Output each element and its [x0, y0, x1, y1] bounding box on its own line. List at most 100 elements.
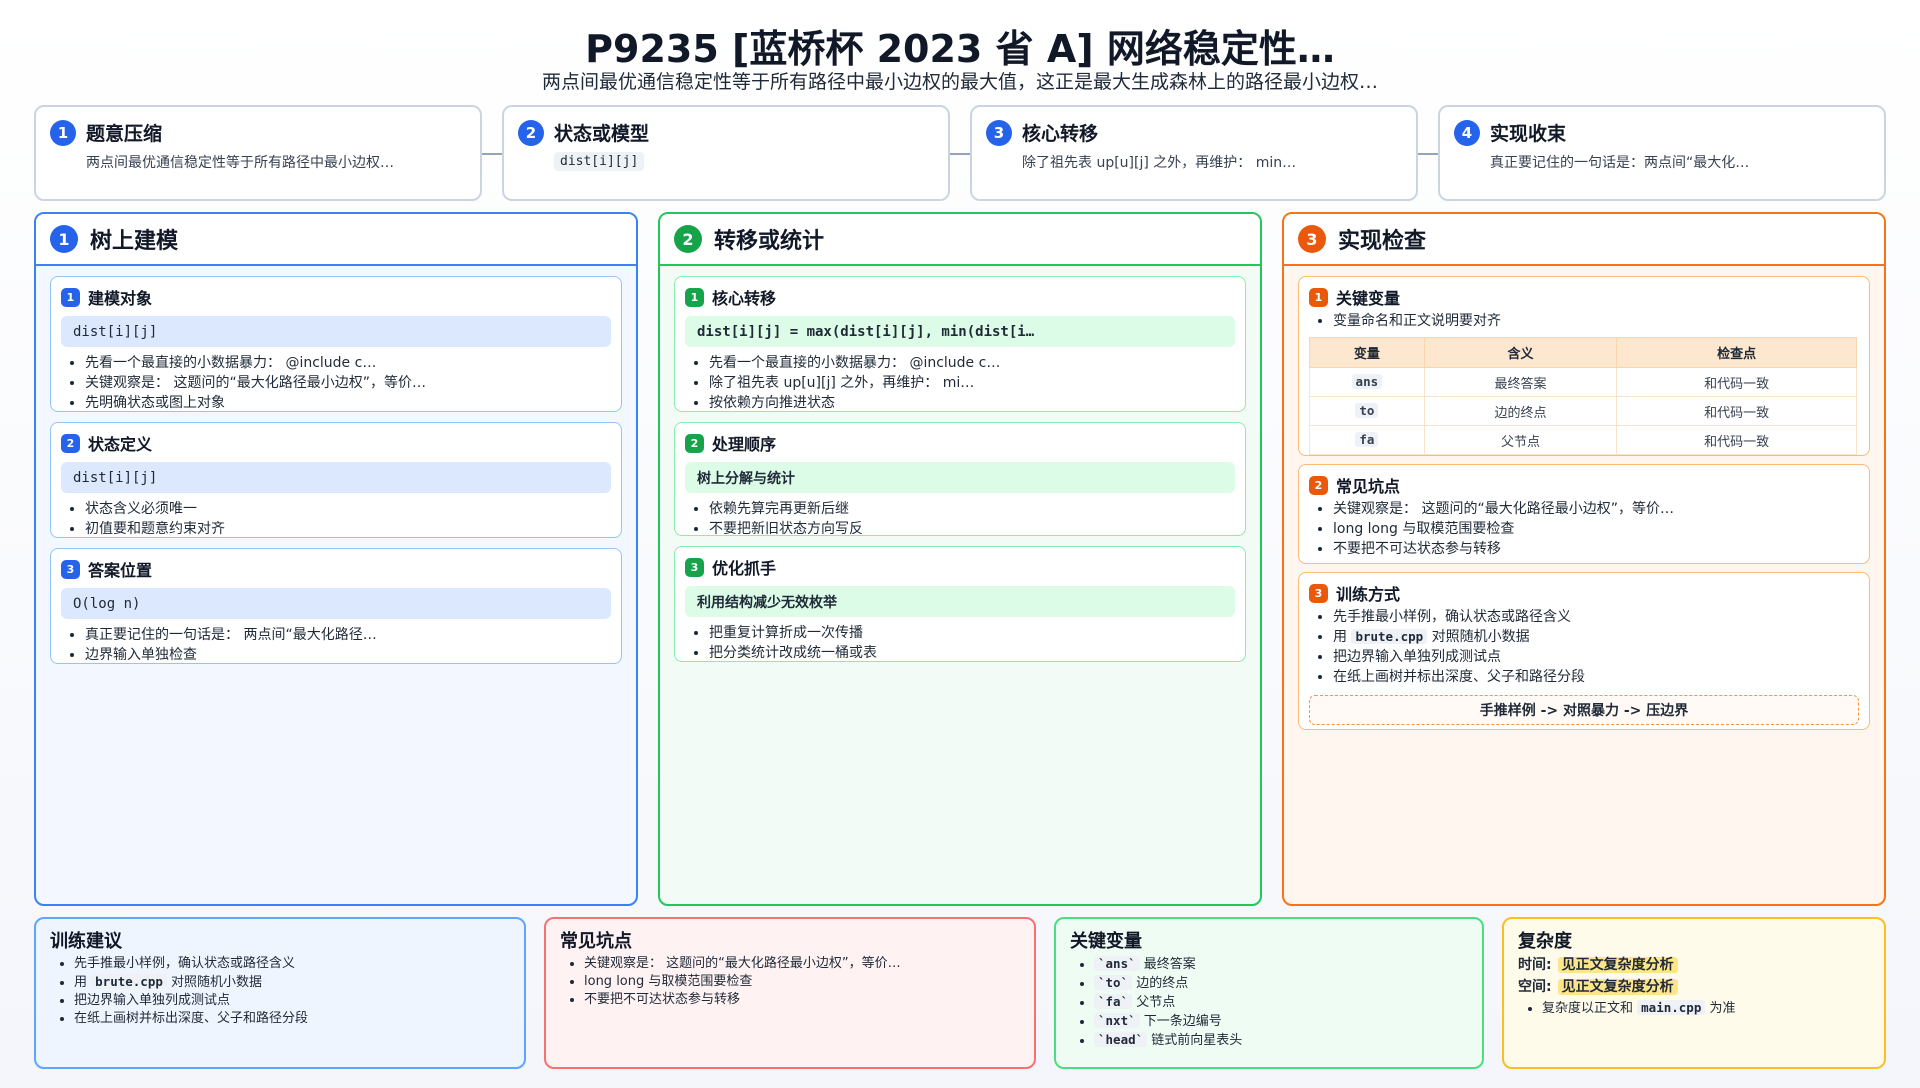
table-row: ans 最终答案 和代码一致	[1309, 367, 1857, 397]
card-number-badge: 1	[1309, 287, 1328, 307]
list-text: 最终答案	[1143, 957, 1196, 972]
box-title: 关键变量	[1070, 931, 1142, 952]
bullet-list: 依赖先算完再更新后继 不要把新旧状态方向写反	[685, 499, 1235, 539]
list-item: 先看一个最直接的小数据暴力： @include c…	[85, 353, 611, 373]
card-number-badge: 3	[685, 557, 704, 577]
list-item: `to` 边的终点	[1094, 974, 1468, 993]
bullet-list: 状态含义必须唯一 初值要和题意约束对齐	[61, 499, 611, 539]
list-text: 边的终点	[1136, 976, 1189, 991]
list-text: 父节点	[1136, 995, 1176, 1010]
step-connector	[482, 153, 504, 155]
table-cell: 和代码一致	[1616, 425, 1857, 455]
table-header-cell: 变量	[1309, 337, 1425, 368]
list-text: 下一条边编号	[1143, 1014, 1222, 1029]
highlight-box: 树上分解与统计	[685, 462, 1235, 493]
list-item: 先明确状态或图上对象	[85, 393, 611, 413]
step-card-2: 2 状态或模型 dist[i][j]	[502, 105, 950, 201]
list-item: 关键观察是： 这题问的“最大化路径最小边权”，等价…	[584, 955, 1020, 973]
bullet-list: 关键观察是： 这题问的“最大化路径最小边权”，等价… long long 与取模…	[560, 955, 1020, 1009]
box-title: 训练建议	[50, 931, 122, 952]
table-cell: 父节点	[1423, 425, 1618, 455]
step-number-badge: 3	[986, 119, 1012, 146]
table-cell: ans	[1309, 367, 1425, 397]
list-item: `ans` 最终答案	[1094, 955, 1468, 974]
list-item: `fa` 父节点	[1094, 993, 1468, 1012]
column-number-badge: 1	[50, 225, 78, 253]
table-cell: 和代码一致	[1616, 396, 1857, 426]
inline-code: brute.cpp	[91, 974, 167, 989]
table-cell: 边的终点	[1423, 396, 1618, 426]
column-title: 转移或统计	[714, 229, 825, 254]
value: 见正文复杂度分析	[1557, 957, 1678, 973]
section-card: 1 核心转移 dist[i][j] = max(dist[i][j], min(…	[674, 276, 1246, 412]
card-title: 建模对象	[88, 289, 153, 308]
column-header: 2 转移或统计	[660, 214, 1260, 266]
card-title: 状态定义	[88, 435, 153, 454]
table-header-row: 变量 含义 检查点	[1309, 337, 1857, 368]
list-item: 除了祖先表 up[u][j] 之外，再维护： mi…	[709, 373, 1235, 393]
list-item: 先手推最小样例，确认状态或路径含义	[1333, 607, 1859, 627]
code-highlight: O(log n)	[61, 588, 611, 619]
card-title: 核心转移	[712, 289, 777, 308]
list-text: 用	[1333, 629, 1347, 645]
box-title: 复杂度	[1518, 931, 1572, 952]
list-item: 用 brute.cpp 对照随机小数据	[74, 973, 510, 992]
inline-code: `to`	[1094, 975, 1133, 990]
table-header-cell: 含义	[1423, 337, 1618, 368]
list-item: 在纸上画树并标出深度、父子和路径分段	[74, 1010, 510, 1028]
card-title: 常见坑点	[1336, 477, 1401, 496]
step-number-badge: 2	[518, 119, 544, 146]
list-item: long long 与取模范围要检查	[584, 973, 1020, 991]
table-cell: 和代码一致	[1616, 367, 1857, 397]
bullet-list: 变量命名和正文说明要对齐	[1309, 311, 1859, 331]
step-text: 真正要记住的一句话是：两点间“最大化…	[1490, 155, 1750, 171]
step-title: 实现收束	[1490, 123, 1567, 145]
column-title: 实现检查	[1338, 229, 1427, 254]
section-card: 1 关键变量 变量命名和正文说明要对齐 变量 含义 检查点 ans 最终答案 和…	[1298, 276, 1870, 456]
step-text: 两点间最优通信稳定性等于所有路径中最小边权…	[86, 155, 394, 171]
card-title: 关键变量	[1336, 289, 1401, 308]
step-number-badge: 4	[1454, 119, 1480, 146]
step-title: 状态或模型	[554, 123, 650, 145]
step-connector	[1418, 153, 1440, 155]
bullet-list: 先看一个最直接的小数据暴力： @include c… 关键观察是： 这题问的“最…	[61, 353, 611, 413]
list-text: 链式前向星表头	[1151, 1033, 1243, 1048]
code-highlight: dist[i][j]	[61, 316, 611, 347]
training-suggestions-box: 训练建议 先手推最小样例，确认状态或路径含义 用 brute.cpp 对照随机小…	[34, 917, 526, 1069]
list-item: 不要把不可达状态参与转移	[1333, 539, 1859, 559]
card-number-badge: 3	[1309, 583, 1328, 603]
code-highlight: dist[i][j] = max(dist[i][j], min(dist[i…	[685, 316, 1235, 347]
table-header-cell: 检查点	[1616, 337, 1857, 368]
list-text: 为准	[1709, 1001, 1736, 1016]
section-card: 1 建模对象 dist[i][j] 先看一个最直接的小数据暴力： @includ…	[50, 276, 622, 412]
code-highlight: dist[i][j]	[61, 462, 611, 493]
step-card-3: 3 核心转移 除了祖先表 up[u][j] 之外，再维护： min…	[970, 105, 1418, 201]
inline-code: `head`	[1094, 1032, 1148, 1047]
label: 时间:	[1518, 957, 1552, 973]
inline-code: `ans`	[1094, 956, 1140, 971]
step-code: dist[i][j]	[554, 152, 645, 171]
list-item: 不要把不可达状态参与转移	[584, 991, 1020, 1009]
list-text: 对照随机小数据	[1431, 629, 1530, 645]
card-number-badge: 2	[1309, 475, 1328, 495]
space-complexity: 空间: 见正文复杂度分析	[1518, 977, 1870, 997]
step-text: 除了祖先表 up[u][j] 之外，再维护： min…	[1022, 155, 1297, 171]
list-item: 把重复计算折成一次传播	[709, 623, 1235, 643]
card-title: 训练方式	[1336, 585, 1401, 604]
list-item: 真正要记住的一句话是： 两点间“最大化路径…	[85, 625, 611, 645]
column-title: 树上建模	[90, 229, 179, 254]
list-item: 不要把新旧状态方向写反	[709, 519, 1235, 539]
card-number-badge: 1	[685, 287, 704, 307]
inline-code: brute.cpp	[1351, 629, 1428, 644]
step-connector	[950, 153, 972, 155]
card-number-badge: 2	[685, 433, 704, 453]
list-item: 把边界输入单独列成测试点	[1333, 647, 1859, 667]
list-item: 依赖先算完再更新后继	[709, 499, 1235, 519]
complexity-box: 复杂度 时间: 见正文复杂度分析 空间: 见正文复杂度分析 复杂度以正文和 main…	[1502, 917, 1886, 1069]
column-number-badge: 2	[674, 225, 702, 253]
step-card-1: 1 题意压缩 两点间最优通信稳定性等于所有路径中最小边权…	[34, 105, 482, 201]
label: 空间:	[1518, 979, 1552, 995]
card-title: 答案位置	[88, 561, 153, 580]
workflow-box: 手推样例 -> 对照暴力 -> 压边界	[1309, 695, 1859, 725]
table-row: to 边的终点 和代码一致	[1309, 396, 1857, 426]
